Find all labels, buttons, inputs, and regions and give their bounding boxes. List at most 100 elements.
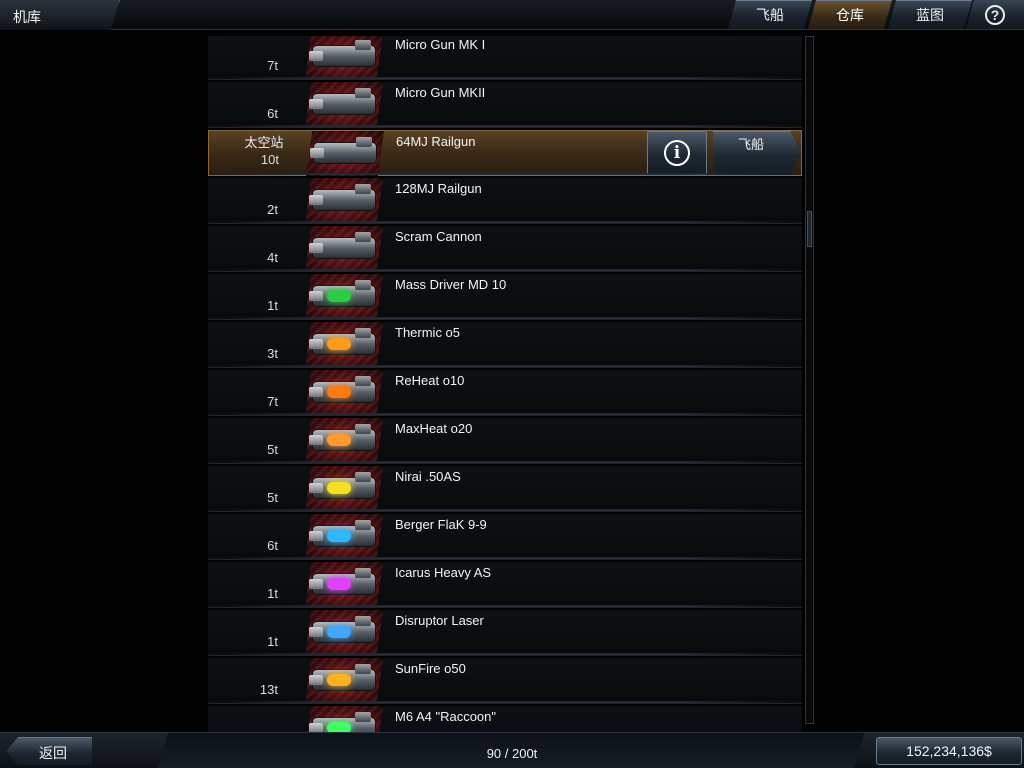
item-name: 128MJ Railgun bbox=[395, 181, 482, 196]
item-weight: 3t bbox=[267, 346, 278, 361]
item-thumbnail bbox=[305, 178, 383, 223]
thermic-icon bbox=[309, 664, 375, 690]
item-name: Icarus Heavy AS bbox=[395, 565, 492, 580]
item-weight: 13t bbox=[259, 682, 278, 697]
weapon-glow bbox=[327, 722, 351, 732]
item-name: Scram Cannon bbox=[395, 229, 482, 244]
item-weight: 6t bbox=[267, 106, 278, 121]
railgun-icon bbox=[309, 184, 375, 210]
item-thumbnail bbox=[305, 658, 383, 703]
weapon-glow bbox=[327, 674, 351, 686]
list-item[interactable]: 6t Micro Gun MKII bbox=[208, 82, 802, 128]
tab-ships[interactable]: 飞船 bbox=[728, 0, 812, 29]
autocannon-icon bbox=[309, 472, 375, 498]
info-button[interactable]: i bbox=[647, 131, 707, 175]
item-thumbnail bbox=[305, 370, 383, 415]
weapon-glow bbox=[327, 626, 351, 638]
thermic-icon bbox=[309, 328, 375, 354]
list-item[interactable]: 7t ReHeat o10 bbox=[208, 370, 802, 416]
item-thumbnail bbox=[305, 706, 383, 732]
rifle-icon bbox=[309, 712, 375, 732]
tab-label: 仓库 bbox=[836, 7, 864, 23]
item-thumbnail bbox=[305, 466, 383, 511]
item-weight: 5t bbox=[267, 442, 278, 457]
list-item[interactable]: 1t Icarus Heavy AS bbox=[208, 562, 802, 608]
item-weight: 6t bbox=[267, 538, 278, 553]
item-thumbnail bbox=[305, 274, 383, 319]
item-weight: 1t bbox=[267, 634, 278, 649]
money-display: 152,234,136$ bbox=[876, 737, 1022, 765]
help-icon: ? bbox=[985, 4, 1005, 25]
list-item[interactable]: 13t SunFire o50 bbox=[208, 658, 802, 704]
item-thumbnail bbox=[305, 82, 383, 127]
thermic-icon bbox=[309, 424, 375, 450]
item-name: SunFire o50 bbox=[395, 661, 466, 676]
list-item[interactable]: 7t Micro Gun MK I bbox=[208, 36, 802, 80]
list-item[interactable]: 8tM6 A4 "Raccoon" bbox=[208, 706, 802, 732]
item-name: ReHeat o10 bbox=[395, 373, 465, 388]
weapon-glow bbox=[327, 338, 351, 350]
gatling-gun-icon bbox=[309, 40, 375, 66]
thermic-icon bbox=[309, 376, 375, 402]
hangar-screen: 机库 飞船 仓库 蓝图 ? 7t Micro Gun MK I 6t Micro Gu… bbox=[0, 0, 1024, 768]
item-thumbnail bbox=[305, 322, 383, 367]
list-item[interactable]: 4t Scram Cannon bbox=[208, 226, 802, 272]
list-item[interactable]: 6t Berger FlaK 9-9 bbox=[208, 514, 802, 560]
gatling-gun-icon bbox=[309, 88, 375, 114]
money-value: 152,234,136$ bbox=[906, 743, 992, 759]
item-weight: 1t bbox=[267, 298, 278, 313]
weapon-glow bbox=[327, 290, 351, 302]
list-item[interactable]: 2t 128MJ Railgun bbox=[208, 178, 802, 224]
page-title: 机库 bbox=[13, 9, 41, 25]
weapon-glow bbox=[327, 482, 351, 494]
item-weight: 5t bbox=[267, 490, 278, 505]
help-button[interactable]: ? bbox=[966, 0, 1024, 29]
tab-warehouse[interactable]: 仓库 bbox=[808, 0, 892, 29]
item-weight: 4t bbox=[267, 250, 278, 265]
item-name: Thermic o5 bbox=[395, 325, 461, 340]
item-weight: 10t bbox=[260, 152, 279, 167]
scrollbar[interactable] bbox=[805, 36, 814, 724]
item-name: MaxHeat o20 bbox=[395, 421, 473, 436]
list-item[interactable]: 5t MaxHeat o20 bbox=[208, 418, 802, 464]
mass-driver-icon bbox=[309, 280, 375, 306]
item-thumbnail bbox=[305, 562, 383, 607]
item-weight: 1t bbox=[267, 586, 278, 601]
item-thumbnail bbox=[305, 226, 383, 271]
item-name: Nirai .50AS bbox=[395, 469, 461, 484]
weapon-glow bbox=[327, 434, 351, 446]
list-item[interactable]: 1t Mass Driver MD 10 bbox=[208, 274, 802, 320]
laser-icon bbox=[309, 568, 375, 594]
move-to-ship-button[interactable]: 飞船 bbox=[713, 131, 801, 175]
item-thumbnail bbox=[305, 36, 383, 79]
scrollbar-thumb[interactable] bbox=[807, 211, 812, 247]
item-name: Berger FlaK 9-9 bbox=[395, 517, 487, 532]
info-icon: i bbox=[664, 140, 690, 166]
cannon-icon bbox=[309, 232, 375, 258]
item-thumbnail bbox=[305, 610, 383, 655]
list-item[interactable]: 5t Nirai .50AS bbox=[208, 466, 802, 512]
list-item[interactable]: 太空站 10t 64MJ Railgun i 飞船 bbox=[208, 130, 802, 176]
item-weight: 7t bbox=[267, 394, 278, 409]
railgun-icon bbox=[310, 137, 376, 163]
item-thumbnail bbox=[306, 131, 384, 176]
item-name: 64MJ Railgun bbox=[396, 134, 476, 149]
equipment-list[interactable]: 7t Micro Gun MK I 6t Micro Gun MKII 太空站 10t 64… bbox=[208, 36, 804, 732]
item-name: Disruptor Laser bbox=[395, 613, 484, 628]
item-name: M6 A4 "Raccoon" bbox=[395, 709, 497, 724]
weapon-glow bbox=[327, 530, 351, 542]
item-thumbnail bbox=[305, 514, 383, 559]
tab-blueprints[interactable]: 蓝图 bbox=[888, 0, 972, 29]
item-weight: 2t bbox=[267, 202, 278, 217]
tab-label: 飞船 bbox=[756, 7, 784, 23]
item-name: Mass Driver MD 10 bbox=[395, 277, 507, 292]
item-location: 太空站 bbox=[244, 135, 284, 150]
item-weight: 7t bbox=[267, 58, 278, 73]
top-bar: 机库 飞船 仓库 蓝图 ? bbox=[0, 0, 1024, 30]
list-item[interactable]: 3t Thermic o5 bbox=[208, 322, 802, 368]
move-to-ship-label: 飞船 bbox=[737, 137, 764, 152]
item-thumbnail bbox=[305, 418, 383, 463]
flak-icon bbox=[309, 520, 375, 546]
list-item[interactable]: 1t Disruptor Laser bbox=[208, 610, 802, 656]
laser-icon bbox=[309, 616, 375, 642]
